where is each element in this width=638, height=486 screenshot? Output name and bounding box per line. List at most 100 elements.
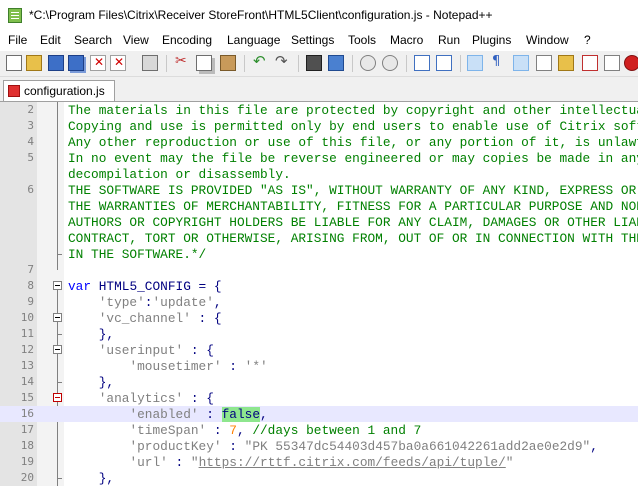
line-number: 16	[20, 407, 34, 420]
code-line: 12 'userinput' : {	[0, 342, 638, 358]
fold-toggle-icon[interactable]	[53, 393, 62, 402]
sync-horizontal-icon[interactable]	[436, 55, 452, 71]
fold-toggle-icon[interactable]	[53, 345, 62, 354]
fold-toggle-icon[interactable]	[53, 313, 62, 322]
code-text: 'productKey' : "PK 55347dc54403d457ba0a6…	[129, 439, 598, 454]
sync-vertical-icon[interactable]	[414, 55, 430, 71]
fold-end-marker	[57, 246, 62, 255]
zoom-out-icon[interactable]	[382, 55, 398, 71]
code-text: },	[98, 471, 115, 486]
tab-bar: configuration.js	[0, 77, 638, 102]
replace-icon[interactable]	[328, 55, 344, 71]
word-wrap-icon[interactable]	[467, 55, 483, 71]
function-list-icon[interactable]	[536, 55, 552, 71]
string-key: 'analytics'	[98, 391, 184, 406]
code-text: Any other reproduction or use of this fi…	[68, 135, 638, 150]
cut-icon[interactable]: ✂	[174, 53, 190, 71]
menu-help[interactable]: ?	[584, 33, 591, 47]
code-line: 3 Copying and use is permitted only by e…	[0, 118, 638, 134]
menu-window[interactable]: Window	[526, 33, 569, 47]
line-number: 4	[27, 135, 34, 148]
line-number: 11	[20, 327, 34, 340]
copy-icon[interactable]	[196, 55, 212, 71]
code-line: 10 'vc_channel' : {	[0, 310, 638, 326]
line-number: 9	[27, 295, 34, 308]
code-text: Copying and use is permitted only by end…	[68, 119, 638, 134]
code-line: 5 In no event may the file be reverse en…	[0, 150, 638, 166]
code-line: 18 'productKey' : "PK 55347dc54403d457ba…	[0, 438, 638, 454]
line-number: 8	[27, 279, 34, 292]
save-all-icon[interactable]	[68, 55, 84, 71]
unsaved-file-icon	[8, 85, 20, 97]
monitoring-icon[interactable]	[604, 55, 620, 71]
doc-map-icon[interactable]	[558, 55, 574, 71]
code-text: 'timeSpan' : 7, //days between 1 and 7	[129, 423, 422, 438]
line-number: 17	[20, 423, 34, 436]
code-line: THE WARRANTIES OF MERCHANTABILITY, FITNE…	[0, 198, 638, 214]
line-number: 13	[20, 359, 34, 372]
highlighted-word: false	[221, 407, 261, 422]
open-file-icon[interactable]	[26, 55, 42, 71]
window-title: *C:\Program Files\Citrix\Receiver StoreF…	[29, 8, 493, 22]
menu-language[interactable]: Language	[227, 33, 280, 47]
menu-macro[interactable]: Macro	[390, 33, 423, 47]
code-line: 20 },	[0, 470, 638, 486]
redo-icon[interactable]: ↷	[274, 52, 290, 71]
code-text: IN THE SOFTWARE.*/	[68, 247, 207, 262]
code-text: 'vc_channel' : {	[98, 311, 222, 326]
show-all-chars-icon[interactable]: ¶	[489, 54, 505, 71]
save-icon[interactable]	[48, 55, 64, 71]
toolbar-separator	[166, 55, 167, 72]
line-number: 5	[27, 151, 34, 164]
code-line: 13 'mousetimer' : '*'	[0, 358, 638, 374]
record-macro-icon[interactable]	[624, 55, 638, 71]
code-line: 4 Any other reproduction or use of this …	[0, 134, 638, 150]
menu-search[interactable]: Search	[74, 33, 112, 47]
code-line: 9 'type':'update',	[0, 294, 638, 310]
code-text: 'mousetimer' : '*'	[129, 359, 268, 374]
code-editor[interactable]: 2 The materials in this file are protect…	[0, 102, 638, 486]
menu-plugins[interactable]: Plugins	[472, 33, 511, 47]
close-icon[interactable]: ✕	[90, 55, 106, 71]
menu-edit[interactable]: Edit	[40, 33, 61, 47]
toolbar-separator	[406, 55, 407, 72]
line-comment: //days between 1 and 7	[252, 423, 422, 438]
folder-workspace-icon[interactable]	[582, 55, 598, 71]
fold-toggle-icon[interactable]	[53, 281, 62, 290]
string-value: "PK 55347dc54403d457ba0a661042261add2ae0…	[244, 439, 591, 454]
code-line: decompilation or disassembly.	[0, 166, 638, 182]
code-line: CONTRACT, TORT OR OTHERWISE, ARISING FRO…	[0, 230, 638, 246]
code-line: 8 var HTML5_CONFIG = {	[0, 278, 638, 294]
menu-view[interactable]: View	[123, 33, 149, 47]
code-line: 7	[0, 262, 638, 278]
tab-configuration-js[interactable]: configuration.js	[3, 80, 115, 101]
menu-tools[interactable]: Tools	[348, 33, 376, 47]
notepadpp-app-icon[interactable]	[8, 8, 22, 23]
line-number: 18	[20, 439, 34, 452]
line-number: 10	[20, 311, 34, 324]
line-number: 3	[27, 119, 34, 132]
new-file-icon[interactable]	[6, 55, 22, 71]
menu-settings[interactable]: Settings	[291, 33, 334, 47]
print-icon[interactable]	[142, 55, 158, 71]
string-key: 'mousetimer'	[129, 359, 222, 374]
line-number: 15	[20, 391, 34, 404]
code-text: The materials in this file are protected…	[68, 103, 638, 118]
code-line: AUTHORS OR COPYRIGHT HOLDERS BE LIABLE F…	[0, 214, 638, 230]
url-link[interactable]: https://rttf.citrix.com/feeds/api/tuple/	[199, 455, 506, 470]
toolbar-separator	[298, 55, 299, 72]
fold-end-marker	[57, 374, 62, 383]
code-text: AUTHORS OR COPYRIGHT HOLDERS BE LIABLE F…	[68, 215, 638, 230]
code-line: 11 },	[0, 326, 638, 342]
find-icon[interactable]	[306, 55, 322, 71]
menu-file[interactable]: File	[8, 33, 27, 47]
indent-guide-icon[interactable]	[513, 55, 529, 71]
close-all-icon[interactable]: ✕	[110, 55, 126, 71]
zoom-in-icon[interactable]	[360, 55, 376, 71]
menu-run[interactable]: Run	[438, 33, 460, 47]
paste-icon[interactable]	[220, 55, 236, 71]
undo-icon[interactable]: ↶	[252, 52, 268, 71]
code-text: 'url' : "https://rttf.citrix.com/feeds/a…	[129, 455, 514, 470]
menu-bar: File Edit Search View Encoding Language …	[0, 31, 638, 51]
menu-encoding[interactable]: Encoding	[162, 33, 212, 47]
